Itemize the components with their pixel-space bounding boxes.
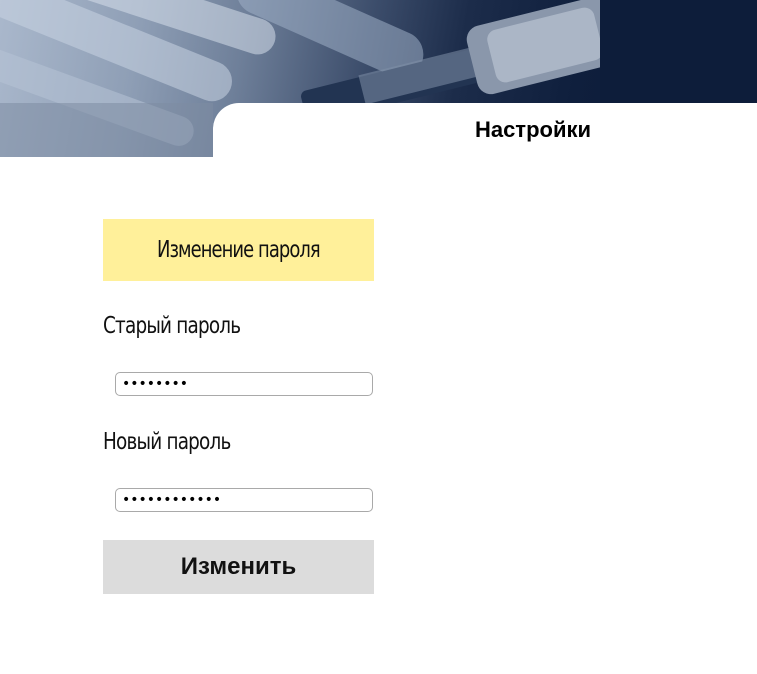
change-password-form: Изменение пароля Старый пароль Новый пар… (103, 219, 374, 594)
new-password-label: Новый пароль (103, 429, 231, 455)
page-title: Настройки (474, 117, 592, 142)
new-password-field[interactable] (115, 488, 373, 512)
old-password-field[interactable] (115, 372, 373, 396)
section-title: Изменение пароля (157, 237, 321, 263)
old-password-label: Старый пароль (103, 313, 241, 339)
change-password-button[interactable]: Изменить (103, 540, 374, 594)
section-header-change-password: Изменение пароля (103, 219, 374, 281)
settings-page: Настройки Изменение пароля Старый пароль… (0, 0, 757, 674)
